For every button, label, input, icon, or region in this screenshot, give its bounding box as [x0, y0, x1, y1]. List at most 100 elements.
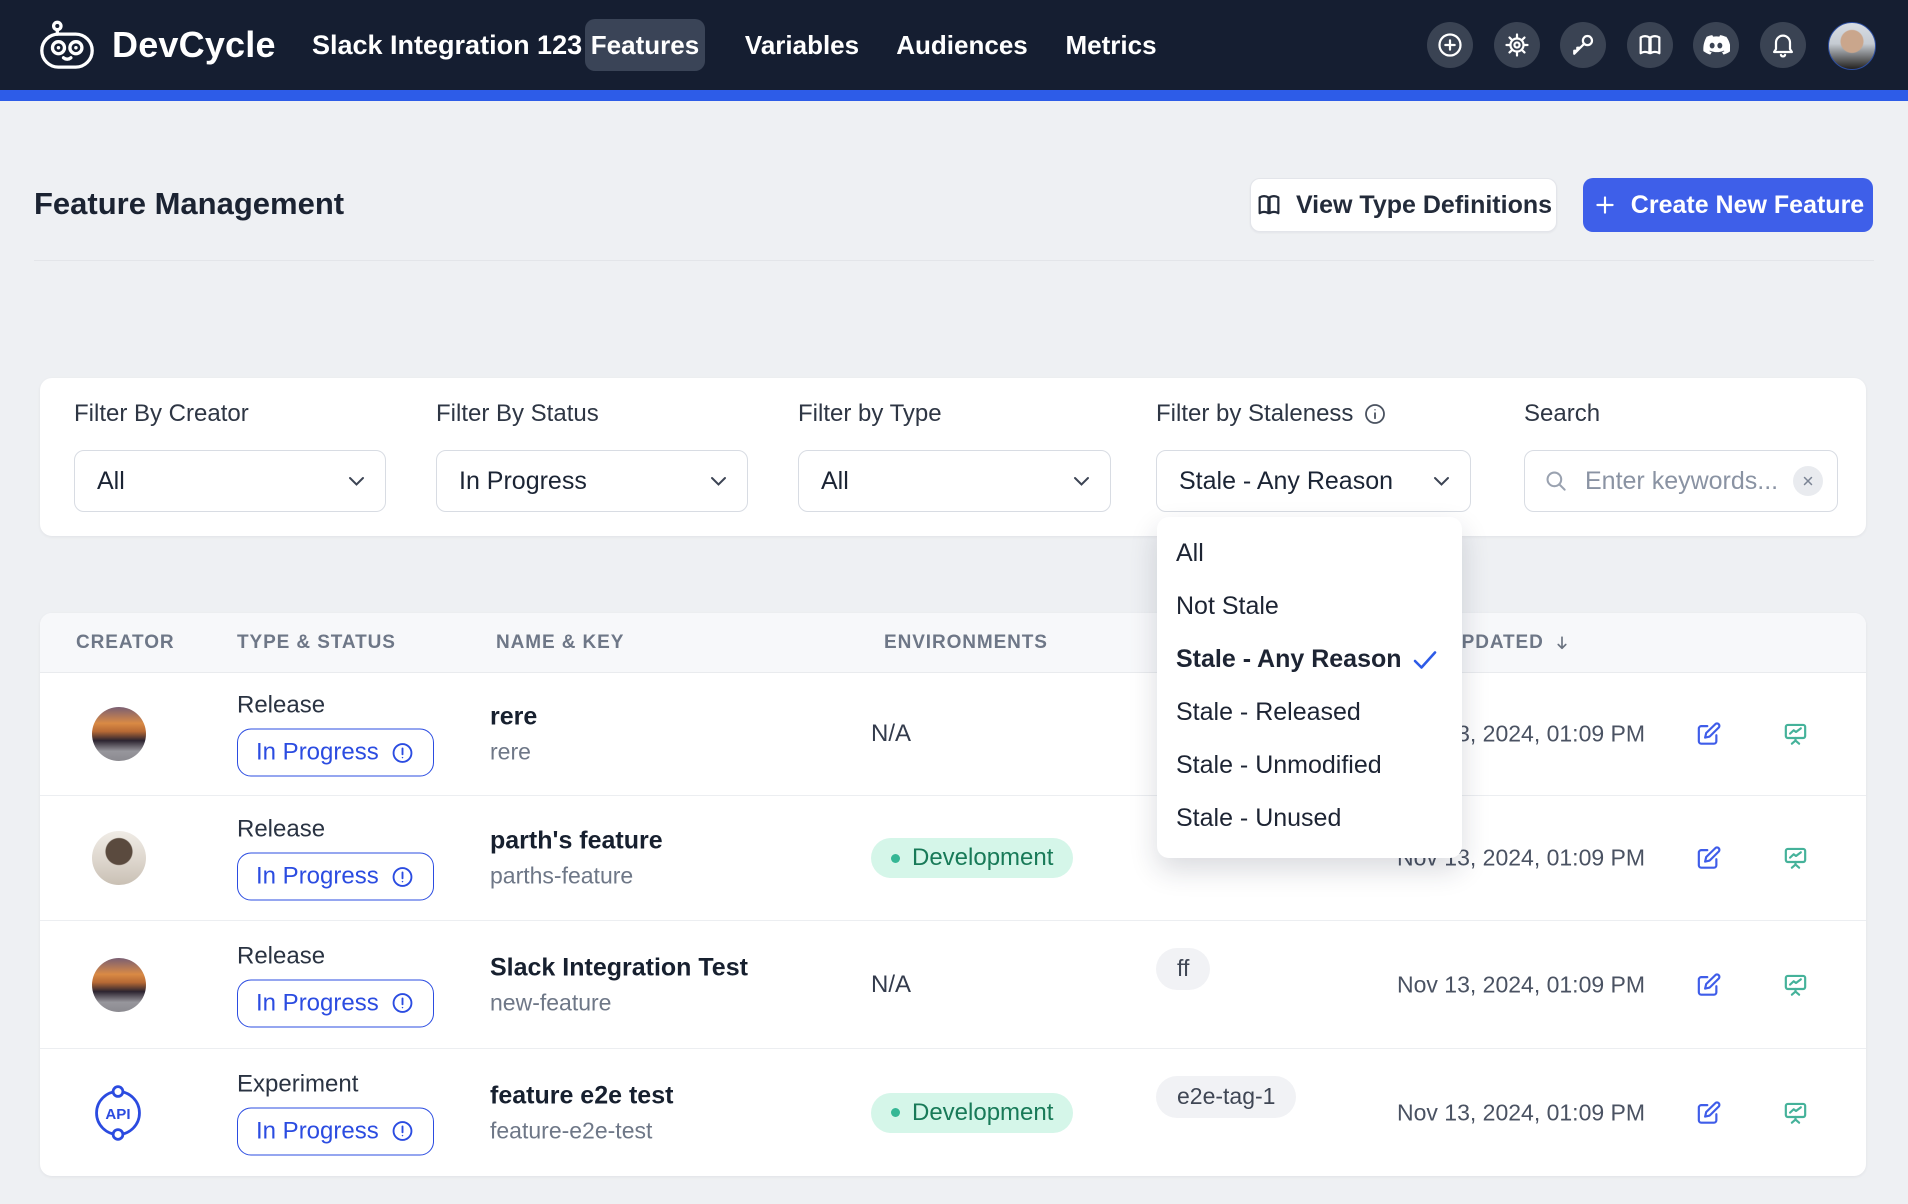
status-badge[interactable]: In Progress — [237, 979, 434, 1027]
view-type-definitions-button[interactable]: View Type Definitions — [1250, 178, 1557, 232]
project-selector[interactable]: Slack Integration 123 — [312, 0, 614, 90]
edit-feature-button[interactable] — [1694, 970, 1723, 999]
discord-button[interactable] — [1693, 22, 1739, 68]
chart-board-icon — [1781, 970, 1810, 999]
gear-icon — [1503, 31, 1531, 59]
key-icon — [1569, 31, 1597, 59]
staleness-option-stale-released[interactable]: Stale - Released — [1157, 686, 1462, 739]
devcycle-logo-icon — [36, 19, 98, 71]
type-status-cell: Experiment In Progress — [237, 1070, 434, 1155]
accent-bar — [0, 90, 1908, 101]
staleness-option-stale-any-reason[interactable]: Stale - Any Reason — [1157, 633, 1462, 686]
table-row[interactable]: Release In Progress parth's feature part… — [40, 796, 1866, 920]
edit-pencil-icon — [1694, 970, 1723, 999]
edit-feature-button[interactable] — [1694, 720, 1723, 749]
creator-cell — [92, 707, 146, 761]
environments-cell: Development — [871, 1093, 1073, 1133]
column-header-name-key[interactable]: NAME & KEY — [496, 613, 624, 673]
filter-staleness-label: Filter by Staleness — [1156, 400, 1387, 428]
filter-status-select[interactable]: In Progress — [436, 450, 748, 512]
staleness-option-not-stale[interactable]: Not Stale — [1157, 580, 1462, 633]
clear-search-button[interactable] — [1793, 466, 1823, 496]
search-box[interactable] — [1524, 450, 1838, 512]
tags-cell: e2e-tag-1 — [1156, 1076, 1296, 1118]
tags-cell: ff — [1156, 948, 1210, 990]
create-new-feature-button[interactable]: Create New Feature — [1583, 178, 1873, 232]
search-label: Search — [1524, 400, 1600, 428]
filter-bar: Filter By Creator All Filter By Status I… — [40, 378, 1866, 536]
type-status-cell: Release In Progress — [237, 942, 434, 1027]
feature-metrics-button[interactable] — [1781, 720, 1810, 749]
tab-features[interactable]: Features — [585, 19, 705, 71]
chevron-down-icon — [348, 476, 365, 487]
status-badge[interactable]: In Progress — [237, 729, 434, 777]
chart-board-icon — [1781, 1098, 1810, 1127]
tab-audiences[interactable]: Audiences — [910, 19, 1014, 71]
environment-badge: Development — [871, 838, 1073, 878]
environment-badge: Development — [871, 1093, 1073, 1133]
search-input[interactable] — [1583, 466, 1779, 497]
type-status-cell: Release In Progress — [237, 816, 434, 901]
column-header-type-status[interactable]: TYPE & STATUS — [237, 613, 396, 673]
discord-icon — [1702, 31, 1730, 59]
name-key-cell[interactable]: rere rere — [490, 703, 537, 766]
plus-icon — [1592, 192, 1618, 218]
header-divider — [34, 260, 1874, 261]
page-title: Feature Management — [34, 186, 344, 222]
notifications-button[interactable] — [1760, 22, 1806, 68]
feature-metrics-button[interactable] — [1781, 1098, 1810, 1127]
column-header-environments[interactable]: ENVIRONMENTS — [884, 613, 1048, 673]
table-row[interactable]: Release In Progress rere rere N/A Nov 13… — [40, 673, 1866, 795]
tab-variables[interactable]: Variables — [756, 19, 848, 71]
alert-circle-icon — [390, 1119, 415, 1144]
info-icon[interactable] — [1363, 402, 1387, 426]
add-button[interactable] — [1427, 22, 1473, 68]
env-dot-icon — [891, 854, 900, 863]
staleness-option-stale-unmodified[interactable]: Stale - Unmodified — [1157, 739, 1462, 792]
type-status-cell: Release In Progress — [237, 692, 434, 777]
name-key-cell[interactable]: feature e2e test feature-e2e-test — [490, 1081, 673, 1144]
table-row[interactable]: Release In Progress Slack Integration Te… — [40, 921, 1866, 1048]
env-dot-icon — [891, 1108, 900, 1117]
settings-button[interactable] — [1494, 22, 1540, 68]
feature-metrics-button[interactable] — [1781, 970, 1810, 999]
feature-metrics-button[interactable] — [1781, 844, 1810, 873]
chevron-down-icon — [1433, 476, 1450, 487]
filter-staleness-select[interactable]: Stale - Any Reason — [1156, 450, 1471, 512]
tag-pill: e2e-tag-1 — [1156, 1076, 1296, 1118]
name-key-cell[interactable]: parth's feature parths-feature — [490, 827, 663, 890]
edit-feature-button[interactable] — [1694, 844, 1723, 873]
environments-cell: N/A — [871, 720, 911, 748]
staleness-option-stale-unused[interactable]: Stale - Unused — [1157, 792, 1462, 845]
column-header-creator[interactable]: CREATOR — [76, 613, 175, 673]
book-icon — [1636, 31, 1664, 59]
check-icon — [1412, 649, 1438, 671]
filter-type-select[interactable]: All — [798, 450, 1111, 512]
chart-board-icon — [1781, 720, 1810, 749]
updated-cell: Nov 13, 2024, 01:09 PM — [1397, 971, 1645, 998]
filter-creator-label: Filter By Creator — [74, 400, 249, 428]
status-badge[interactable]: In Progress — [237, 1107, 434, 1155]
user-avatar[interactable] — [1828, 22, 1876, 70]
staleness-option-all[interactable]: All — [1157, 527, 1462, 580]
tab-metrics[interactable]: Metrics — [1073, 19, 1149, 71]
name-key-cell[interactable]: Slack Integration Test new-feature — [490, 953, 748, 1016]
features-table: CREATOR TYPE & STATUS NAME & KEY ENVIRON… — [40, 613, 1866, 1176]
environments-cell: N/A — [871, 971, 911, 999]
sort-desc-icon — [1552, 633, 1572, 653]
filter-creator-select[interactable]: All — [74, 450, 386, 512]
edit-pencil-icon — [1694, 844, 1723, 873]
project-name: Slack Integration 123 — [312, 30, 582, 61]
api-keys-button[interactable] — [1560, 22, 1606, 68]
table-row[interactable]: API Experiment In Progress feature e2e t… — [40, 1049, 1866, 1176]
edit-pencil-icon — [1694, 720, 1723, 749]
creator-avatar — [92, 958, 146, 1012]
book-icon — [1255, 191, 1283, 219]
alert-circle-icon — [390, 740, 415, 765]
status-badge[interactable]: In Progress — [237, 853, 434, 901]
alert-circle-icon — [390, 864, 415, 889]
column-header-updated[interactable]: UPDATED — [1447, 613, 1572, 673]
edit-feature-button[interactable] — [1694, 1098, 1723, 1127]
docs-button[interactable] — [1627, 22, 1673, 68]
brand: DevCycle — [36, 0, 276, 90]
